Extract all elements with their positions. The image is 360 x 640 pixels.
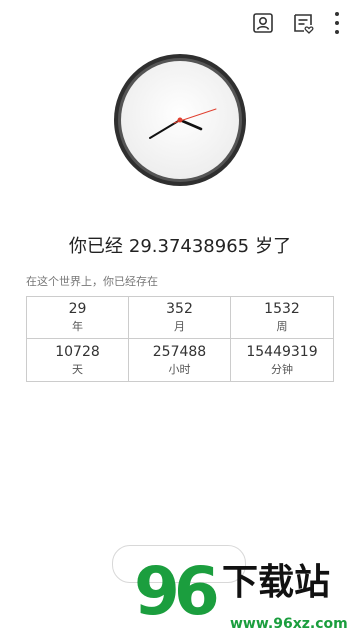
stat-months: 352 月 bbox=[129, 297, 231, 339]
stat-unit: 周 bbox=[276, 320, 288, 333]
analog-clock bbox=[112, 52, 248, 188]
clock-center bbox=[177, 117, 183, 123]
stat-unit: 天 bbox=[72, 362, 83, 376]
stat-value: 352 bbox=[166, 301, 193, 317]
stat-value: 15449319 bbox=[246, 343, 318, 360]
stat-value: 257488 bbox=[152, 343, 207, 360]
stat-value: 1532 bbox=[264, 301, 300, 317]
age-suffix: 岁了 bbox=[255, 236, 292, 257]
notes-heart-icon bbox=[294, 14, 314, 34]
stat-unit: 分钟 bbox=[271, 362, 293, 376]
more-vertical-icon bbox=[335, 30, 339, 34]
site-watermark: 96 下载站 www.96xz.com bbox=[130, 556, 360, 640]
age-prefix: 你已经 bbox=[68, 236, 123, 257]
notes-button[interactable] bbox=[292, 12, 314, 34]
watermark-logo-number: 96 bbox=[134, 553, 220, 630]
app-screen: 你已经 29.37438965 岁了 在这个世界上，你已经存在 29 年 352 月… bbox=[0, 0, 360, 640]
watermark-url: www.96xz.com bbox=[230, 616, 348, 632]
more-button[interactable] bbox=[334, 12, 340, 34]
stat-value: 10728 bbox=[55, 343, 100, 360]
more-vertical-icon bbox=[335, 21, 339, 25]
more-vertical-icon bbox=[335, 12, 339, 16]
stats-grid: 29 年 352 月 1532 周 10728 天 257488 小时 1544… bbox=[26, 296, 334, 382]
stat-years: 29 年 bbox=[27, 297, 129, 339]
stat-unit: 月 bbox=[174, 320, 185, 333]
profile-button[interactable] bbox=[252, 12, 274, 34]
age-value: 29.37438965 bbox=[128, 236, 250, 257]
top-toolbar bbox=[252, 12, 340, 34]
age-display: 你已经 29.37438965 岁了 bbox=[0, 232, 360, 258]
stat-value: 29 bbox=[68, 301, 87, 317]
stat-minutes: 15449319 分钟 bbox=[231, 339, 333, 381]
stat-unit: 年 bbox=[72, 320, 83, 333]
profile-icon bbox=[253, 13, 273, 33]
stat-unit: 小时 bbox=[168, 362, 191, 376]
watermark-logo-text: 下载站 bbox=[222, 562, 331, 603]
stat-weeks: 1532 周 bbox=[231, 297, 333, 339]
stat-days: 10728 天 bbox=[27, 339, 129, 381]
existence-caption: 在这个世界上，你已经存在 bbox=[26, 275, 158, 288]
stat-hours: 257488 小时 bbox=[129, 339, 231, 381]
